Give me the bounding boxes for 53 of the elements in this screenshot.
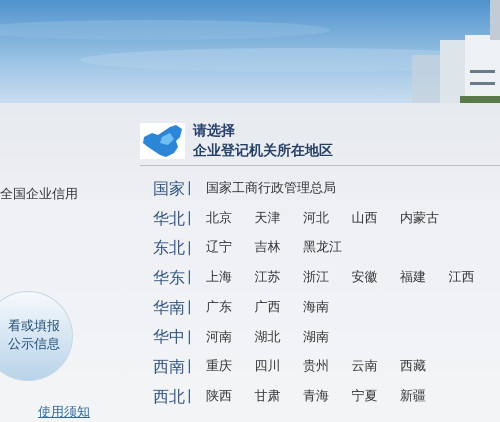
province-link[interactable]: 天津 xyxy=(254,208,303,228)
province-link[interactable]: 西藏 xyxy=(400,357,448,377)
region-label: 西南 xyxy=(153,356,186,378)
province-link[interactable]: 辽宁 xyxy=(206,238,254,258)
region-label: 东北 xyxy=(153,237,186,260)
province-link[interactable]: 江西 xyxy=(448,268,497,288)
province-link[interactable]: 山西 xyxy=(352,208,400,228)
province-link[interactable]: 四川 xyxy=(254,357,303,377)
map-icon xyxy=(140,123,185,159)
separator-mark: | xyxy=(187,179,193,198)
separator-mark: | xyxy=(187,328,193,347)
province-link[interactable]: 北京 xyxy=(206,208,254,228)
prompt-title: 请选择 xyxy=(193,122,236,141)
province-link[interactable]: 国家工商行政管理总局 xyxy=(206,179,344,199)
province-link[interactable]: 吉林 xyxy=(254,238,303,258)
province-link[interactable]: 甘肃 xyxy=(254,386,303,406)
province-link[interactable]: 青海 xyxy=(303,386,352,406)
region-label: 西北 xyxy=(153,386,186,408)
province-link[interactable]: 江苏 xyxy=(254,268,303,288)
separator-mark: | xyxy=(187,238,193,258)
province-link[interactable]: 广西 xyxy=(254,298,303,318)
separator-mark: | xyxy=(187,268,193,288)
province-link[interactable]: 上海 xyxy=(206,268,254,288)
province-link[interactable]: 云南 xyxy=(352,357,400,377)
province-link[interactable]: 宁夏 xyxy=(352,386,400,406)
province-link[interactable]: 广东 xyxy=(206,298,254,318)
region-label: 华北 xyxy=(153,208,186,230)
separator-mark: | xyxy=(187,209,193,228)
region-label: 华中 xyxy=(153,326,186,348)
usage-notice-link[interactable]: 使用须知 xyxy=(38,403,140,422)
province-link[interactable]: 福建 xyxy=(400,268,448,288)
province-link[interactable]: 内蒙古 xyxy=(400,208,448,228)
province-link[interactable]: 浙江 xyxy=(303,268,352,288)
province-link[interactable]: 河南 xyxy=(206,328,254,348)
province-link[interactable]: 河北 xyxy=(303,208,352,228)
separator-mark: | xyxy=(187,357,193,376)
province-link[interactable]: 贵州 xyxy=(303,357,352,377)
province-link[interactable]: 湖南 xyxy=(303,328,352,348)
province-link[interactable]: 新疆 xyxy=(400,386,448,406)
prompt-subtitle: 企业登记机关所在地区 xyxy=(193,142,333,161)
region-label: 国家 xyxy=(153,178,186,200)
separator-mark: | xyxy=(187,298,193,318)
province-link[interactable]: 黑龙江 xyxy=(303,238,352,258)
region-label: 华东 xyxy=(153,266,186,289)
intro-text: 全国企业信用 xyxy=(0,187,79,203)
province-link[interactable]: 安徽 xyxy=(352,268,400,288)
report-button[interactable]: 看或填报 公示信息 xyxy=(0,291,73,381)
region-label: 华南 xyxy=(153,296,186,319)
province-link[interactable]: 重庆 xyxy=(206,357,254,377)
province-link[interactable]: 陕西 xyxy=(206,386,254,406)
province-link[interactable]: 海南 xyxy=(303,298,352,318)
separator-mark: | xyxy=(187,387,193,406)
province-link[interactable]: 湖北 xyxy=(254,328,303,348)
